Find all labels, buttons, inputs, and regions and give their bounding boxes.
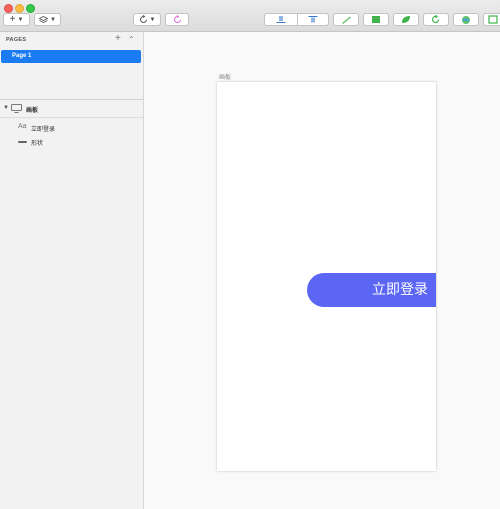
color-button[interactable] <box>453 13 479 26</box>
layer-group-artboard[interactable]: ▼ 画板 <box>0 101 143 117</box>
login-button[interactable]: 立即登录 <box>307 273 436 307</box>
page-item-label: Page 1 <box>12 53 32 59</box>
align-bottom-icon <box>276 16 286 23</box>
disclosure-triangle-icon[interactable]: ▼ <box>3 105 9 111</box>
chevron-down-icon: ▼ <box>50 16 56 23</box>
chevron-down-icon: ▼ <box>17 16 24 23</box>
frame-icon <box>488 15 498 24</box>
shape-icon <box>18 141 27 143</box>
layer-item-label: 形状 <box>31 141 44 147</box>
layer-group-label: 画板 <box>26 108 39 114</box>
minimize-window-button[interactable] <box>15 4 24 13</box>
layer-item-shape[interactable]: 形状 <box>0 135 143 148</box>
globe-icon <box>462 15 470 24</box>
rotate-button[interactable] <box>423 13 449 26</box>
align-top-button[interactable] <box>297 13 329 26</box>
login-button-label: 立即登录 <box>372 282 428 298</box>
layers-icon <box>39 15 49 23</box>
rotate-icon <box>431 15 440 23</box>
sync-icon <box>139 15 147 23</box>
canvas[interactable]: 画板 立即登录 <box>144 32 500 509</box>
edit-button[interactable] <box>333 13 359 26</box>
pages-header: PAGES + ⌃ <box>0 32 143 49</box>
collapse-pages-icon[interactable]: ⌃ <box>128 35 135 45</box>
frame-button[interactable] <box>483 13 500 26</box>
sidebar: PAGES + ⌃ Page 1 ▼ 画板 Aa 立即登录 形状 <box>0 32 144 509</box>
align-top-icon <box>308 16 318 23</box>
chevron-down-icon: ▼ <box>149 16 156 23</box>
sync-button[interactable]: ▼ <box>133 13 161 26</box>
zoom-window-button[interactable] <box>26 4 35 13</box>
leaf-icon <box>402 16 410 23</box>
monitor-icon <box>11 104 22 113</box>
add-page-icon[interactable]: + <box>115 34 121 44</box>
pages-title: PAGES <box>6 37 27 43</box>
layer-item-text[interactable]: Aa 立即登录 <box>0 121 143 134</box>
transform-icon <box>372 16 380 23</box>
plus-icon: + <box>9 14 16 25</box>
close-window-button[interactable] <box>4 4 13 13</box>
layer-header-divider <box>0 117 143 118</box>
transform-button[interactable] <box>363 13 389 26</box>
toolbar: + ▼ ▼ ▼ <box>0 0 500 32</box>
artboard[interactable]: 立即登录 <box>217 82 436 471</box>
insert-button[interactable]: + ▼ <box>3 13 30 26</box>
sidebar-divider <box>0 99 143 100</box>
text-icon: Aa <box>18 123 27 130</box>
sync-pink-icon <box>173 15 181 23</box>
align-bottom-button[interactable] <box>264 13 298 26</box>
artboard-label[interactable]: 画板 <box>219 72 231 81</box>
shape-button[interactable] <box>393 13 419 26</box>
sync-alt-button[interactable] <box>165 13 189 26</box>
layer-item-label: 立即登录 <box>31 127 56 133</box>
create-symbol-button[interactable]: ▼ <box>34 13 61 26</box>
pencil-icon <box>341 16 351 24</box>
page-item-page-1[interactable]: Page 1 <box>1 50 141 63</box>
